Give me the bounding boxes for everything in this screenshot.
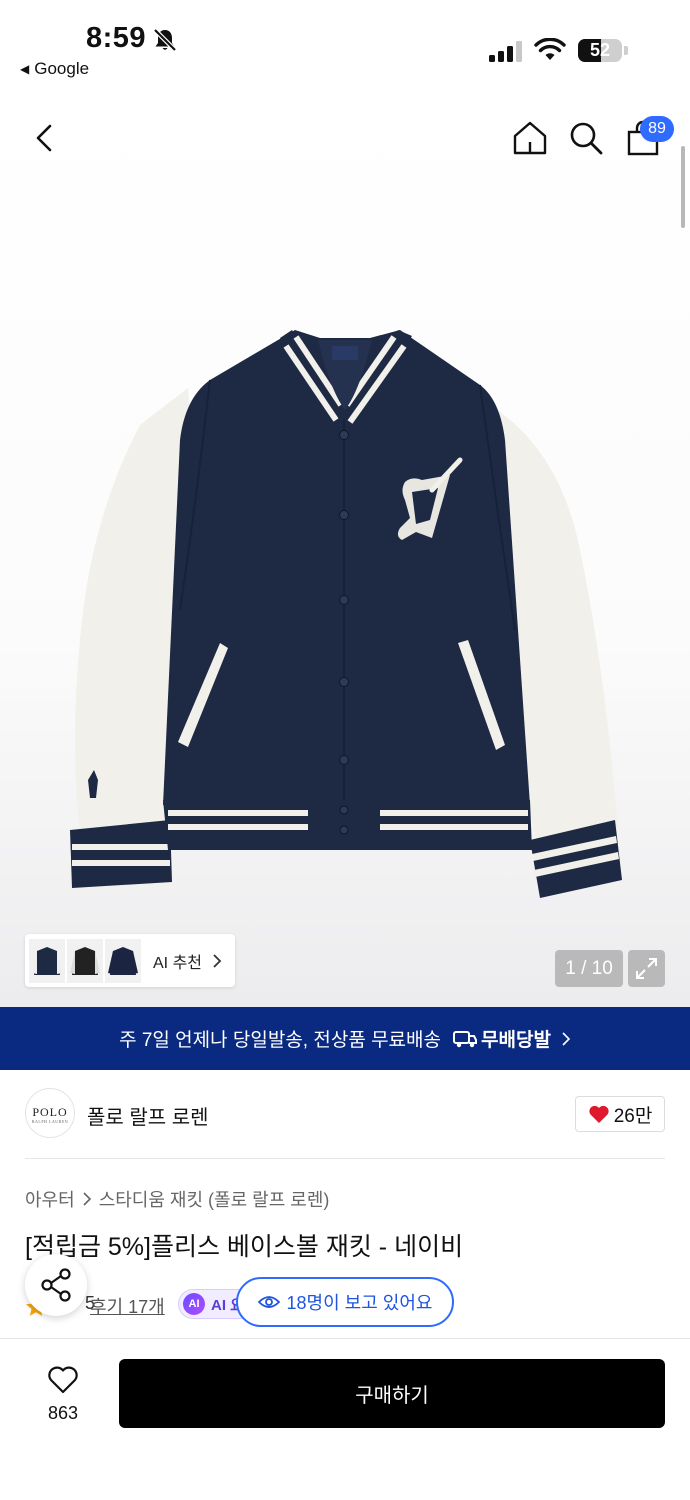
bell-off-icon — [153, 28, 177, 52]
free-shipping-banner[interactable]: 주 7일 언제나 당일발송, 전상품 무료배송 무배당발 — [0, 1007, 690, 1070]
brand-like-count: 26만 — [613, 1105, 653, 1127]
eye-icon — [257, 1296, 280, 1308]
home-icon[interactable] — [510, 118, 550, 158]
live-viewers-text: 18명이 보고 있어요 — [286, 1293, 433, 1313]
buy-button[interactable]: 구매하기 — [119, 1359, 665, 1428]
breadcrumb-category[interactable]: 아우터 — [25, 1186, 75, 1212]
ai-recommend-chip[interactable]: AI 추천 — [25, 934, 235, 987]
chevron-right-icon — [213, 953, 222, 968]
live-viewers-badge: 18명이 보고 있어요 — [236, 1277, 454, 1327]
back-triangle-icon: ◀ — [20, 62, 30, 76]
expand-icon — [636, 958, 657, 979]
ai-icon: AI — [183, 1293, 205, 1315]
product-image — [70, 330, 622, 898]
recommend-thumbnail[interactable] — [105, 938, 141, 983]
brand-like-button[interactable]: 26만 — [575, 1096, 665, 1132]
recommend-thumbnail[interactable] — [67, 938, 103, 983]
product-title: [적립금 5%]플리스 베이스볼 재킷 - 네이비 — [25, 1233, 464, 1261]
battery-cap — [624, 46, 628, 55]
status-bar: 8:59 ◀ Google 52 — [0, 0, 690, 100]
search-icon[interactable] — [566, 118, 606, 158]
cellular-signal-icon — [489, 41, 522, 62]
recommend-thumbnail[interactable] — [29, 938, 65, 983]
back-app-label: Google — [34, 59, 90, 78]
share-icon — [41, 1268, 71, 1302]
share-button[interactable] — [25, 1254, 87, 1316]
back-to-app-link[interactable]: ◀ Google — [20, 59, 89, 79]
chevron-right-icon — [562, 1031, 571, 1046]
breadcrumb: 아우터 스타디움 재킷 (폴로 랄프 로렌) — [25, 1186, 329, 1212]
delivery-truck-icon — [453, 1030, 477, 1047]
wishlist-count: 863 — [47, 1403, 79, 1423]
wishlist-button[interactable]: 863 — [32, 1361, 94, 1431]
chevron-right-icon — [83, 1192, 91, 1206]
ai-recommend-label: AI 추천 — [153, 954, 203, 972]
brand-logo-subtext: RALPH LAUREN — [31, 1119, 69, 1124]
image-counter: 1 / 10 — [555, 950, 623, 987]
review-count-link[interactable]: 후기 17개 — [90, 1293, 165, 1319]
shipping-text: 주 7일 언제나 당일발송, 전상품 무료배송 — [119, 1030, 441, 1051]
heart-filled-icon — [589, 1105, 609, 1123]
back-arrow-icon[interactable] — [28, 120, 62, 156]
product-gallery[interactable]: 89 AI 추천 1 / 10 — [0, 100, 690, 1007]
brand-row[interactable]: POLO RALPH LAUREN 폴로 랄프 로렌 26만 — [25, 1088, 665, 1140]
expand-button[interactable] — [628, 950, 665, 987]
breadcrumb-subcategory[interactable]: 스타디움 재킷 (폴로 랄프 로렌) — [99, 1186, 330, 1212]
clock: 8:59 — [86, 22, 147, 54]
mubadang-label: 무배당발 — [481, 1030, 551, 1051]
brand-name[interactable]: 폴로 랄프 로렌 — [87, 1101, 209, 1130]
battery-percent: 52 — [589, 40, 611, 60]
heart-outline-icon — [48, 1366, 78, 1394]
bottom-action-bar: 863 구매하기 — [0, 1338, 690, 1500]
brand-logo-text: POLO — [32, 1105, 68, 1119]
mubadang-badge: 무배당발 — [453, 1025, 551, 1052]
battery-icon: 52 — [578, 39, 622, 62]
divider — [25, 1158, 665, 1159]
brand-logo[interactable]: POLO RALPH LAUREN — [25, 1088, 75, 1138]
cart-count-badge: 89 — [640, 116, 674, 142]
wifi-icon — [534, 38, 566, 60]
scroll-indicator — [681, 146, 685, 228]
